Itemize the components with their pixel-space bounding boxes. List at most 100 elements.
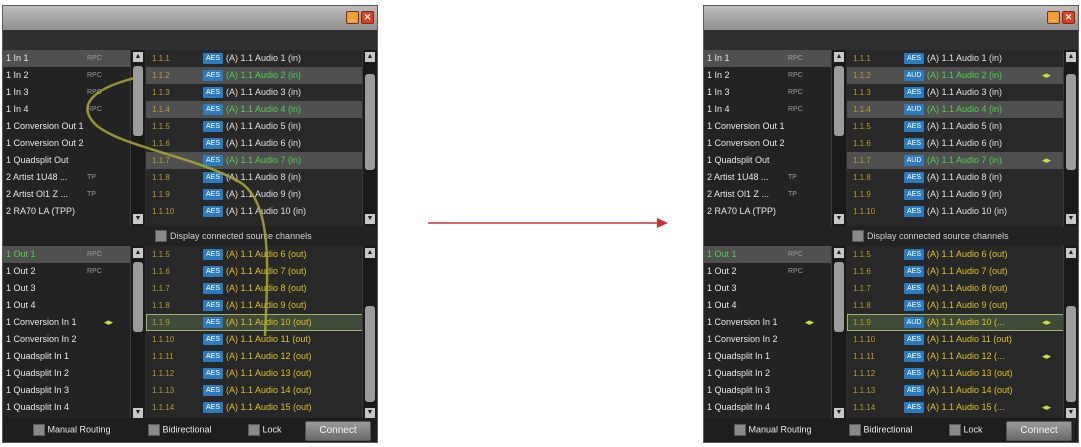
source-list-scrollbar[interactable]: ▲ ▼ [831,50,846,226]
scroll-down-icon[interactable]: ▼ [834,408,844,418]
channel-type-badge: AES [904,121,924,132]
item-name: 1 In 1 [707,53,730,63]
channel-row[interactable]: 1.1.13 AES (A) 1.1 Audio 14 (out) [847,382,1064,399]
manual-routing-checkbox[interactable] [33,424,45,436]
channel-row[interactable]: 1.1.4 AUD (A) 1.1 Audio 4 (in) [847,101,1064,118]
channel-name: (A) 1.1 Audio 10 (... [927,317,1005,327]
list-item[interactable]: 1 In 1 RPC [704,50,831,67]
channel-row[interactable]: 1.1.9 AUD (A) 1.1 Audio 10 (... ◂▸ [847,314,1064,331]
scroll-down-icon[interactable]: ▼ [1066,214,1076,224]
channel-row[interactable]: 1.1.6 AES (A) 1.1 Audio 7 (out) [847,263,1064,280]
list-item[interactable]: 2 Artist 1U48 ... TP [704,169,831,186]
bidirectional-option[interactable]: Bidirectional [148,424,212,436]
channel-name: (A) 1.1 Audio 4 (in) [927,104,1003,114]
source-panel: 1 In 1 RPC 1 In 2 RPC 1 In 3 RPC 1 In 4 RPC 1 Co… [704,50,1078,226]
item-name: 1 Quadsplit In 1 [707,351,771,361]
minimize-icon[interactable]: _ [1047,11,1060,24]
channel-number: 1.1.10 [853,335,876,344]
channel-row[interactable]: 1.1.1 AES (A) 1.1 Audio 1 (in) [847,50,1064,67]
list-item[interactable]: 1 Out 4 [704,297,831,314]
channel-row[interactable]: 1.1.5 AES (A) 1.1 Audio 6 (out) [847,246,1064,263]
channel-row[interactable]: 1.1.10 AES (A) 1.1 Audio 11 (out) [847,331,1064,348]
item-name: 1 In 4 [707,104,730,114]
scroll-down-icon[interactable]: ▼ [834,214,844,224]
channel-row[interactable]: 1.1.9 AES (A) 1.1 Audio 9 (in) [847,186,1064,203]
scroll-up-icon[interactable]: ▲ [834,248,844,258]
source-channel-scrollbar[interactable]: ▲ ▼ [1063,50,1078,226]
channel-row[interactable]: 1.1.8 AES (A) 1.1 Audio 8 (in) [847,169,1064,186]
list-item[interactable]: 1 In 2 RPC [704,67,831,84]
display-connected-bar: Display connected source channels [704,226,1078,246]
channel-row[interactable]: 1.1.5 AES (A) 1.1 Audio 5 (in) [847,118,1064,135]
scroll-up-icon[interactable]: ▲ [1066,248,1076,258]
channel-row[interactable]: 1.1.12 AES (A) 1.1 Audio 13 (out) [847,365,1064,382]
channel-row[interactable]: 1.1.2 AUD (A) 1.1 Audio 2 (in) ◂▸ [847,67,1064,84]
channel-type-badge: AUD [904,104,924,115]
list-item[interactable]: 1 Conversion In 1 ◂▸ [704,314,831,331]
scroll-thumb[interactable] [834,66,844,136]
list-item[interactable]: 1 Conversion In 2 [704,331,831,348]
scroll-down-icon[interactable]: ▼ [1066,408,1076,418]
lock-option[interactable]: Lock [949,424,983,436]
lock-option[interactable]: Lock [248,424,282,436]
connect-button[interactable]: Connect [305,421,371,441]
source-list[interactable]: 1 In 1 RPC 1 In 2 RPC 1 In 3 RPC 1 In 4 RPC 1 Co… [704,50,831,226]
list-item[interactable]: 1 In 4 RPC [704,101,831,118]
channel-type-badge: AES [904,283,924,294]
lock-checkbox[interactable] [248,424,260,436]
manual-routing-option[interactable]: Manual Routing [33,424,111,436]
scroll-thumb[interactable] [834,262,844,332]
channel-row[interactable]: 1.1.8 AES (A) 1.1 Audio 9 (out) [847,297,1064,314]
connect-button[interactable]: Connect [1006,421,1072,441]
channel-number: 1.1.1 [853,54,871,63]
destination-list[interactable]: 1 Out 1 RPC 1 Out 2 RPC 1 Out 3 1 Out 4 1 Conv… [704,246,831,420]
connection-arrows-icon: ◂▸ [1042,402,1052,412]
channel-row[interactable]: 1.1.11 AES (A) 1.1 Audio 12 (... ◂▸ [847,348,1064,365]
channel-row[interactable]: 1.1.10 AES (A) 1.1 Audio 10 (in) [847,203,1064,220]
close-icon[interactable]: ✕ [1062,11,1075,24]
manual-routing-option[interactable]: Manual Routing [734,424,812,436]
channel-row[interactable]: 1.1.7 AES (A) 1.1 Audio 8 (out) [847,280,1064,297]
source-channel-list[interactable]: 1.1.1 AES (A) 1.1 Audio 1 (in) 1.1.2 AUD (A) … [847,50,1064,226]
channel-row[interactable]: 1.1.3 AES (A) 1.1 Audio 3 (in) [847,84,1064,101]
channel-name: (A) 1.1 Audio 9 (in) [927,189,1003,199]
drag-connection-line [86,76,269,337]
destination-channel-list[interactable]: 1.1.5 AES (A) 1.1 Audio 6 (out) 1.1.6 AES (A)… [847,246,1064,420]
channel-row[interactable]: 1.1.7 AUD (A) 1.1 Audio 7 (in) ◂▸ [847,152,1064,169]
list-item[interactable]: 1 Quadsplit In 4 [704,399,831,416]
destination-list-scrollbar[interactable]: ▲ ▼ [831,246,846,420]
list-item[interactable]: 1 Quadsplit In 2 [704,365,831,382]
destination-channel-scrollbar[interactable]: ▲ ▼ [1063,246,1078,420]
channel-type-badge: AES [904,53,924,64]
scroll-thumb[interactable] [1066,306,1076,402]
list-item[interactable]: 1 Quadsplit Out [704,152,831,169]
item-tag: RPC [788,89,803,96]
channel-number: 1.1.13 [853,386,876,395]
channel-type-badge: AES [904,368,924,379]
scroll-up-icon[interactable]: ▲ [834,52,844,62]
list-item[interactable]: 2 Artist Ol1 Z ... TP [704,186,831,203]
manual-routing-checkbox[interactable] [734,424,746,436]
connection-arrows-icon: ◂▸ [1042,70,1052,80]
list-item[interactable]: 1 In 3 RPC [704,84,831,101]
channel-name: (A) 1.1 Audio 1 (in) [927,53,1003,63]
channel-row[interactable]: 1.1.6 AES (A) 1.1 Audio 6 (in) [847,135,1064,152]
list-item[interactable]: 1 Quadsplit In 3 [704,382,831,399]
lock-checkbox[interactable] [949,424,961,436]
bidirectional-checkbox[interactable] [849,424,861,436]
scroll-thumb[interactable] [1066,74,1076,170]
list-item[interactable]: 1 Out 1 RPC [704,246,831,263]
scroll-up-icon[interactable]: ▲ [1066,52,1076,62]
channel-row[interactable]: 1.1.14 AES (A) 1.1 Audio 15 (... ◂▸ [847,399,1064,416]
list-item[interactable]: 2 RA70 LA (TPP) [704,203,831,220]
list-item[interactable]: 1 Out 3 [704,280,831,297]
display-connected-checkbox[interactable] [852,230,864,242]
list-item[interactable]: 1 Quadsplit In 1 [704,348,831,365]
list-item[interactable]: 1 Conversion Out 1 [704,118,831,135]
list-item[interactable]: 1 Conversion Out 2 [704,135,831,152]
channel-name: (A) 1.1 Audio 13 (out) [927,368,1013,378]
bidirectional-checkbox[interactable] [148,424,160,436]
item-name: 1 Out 1 [707,249,737,259]
list-item[interactable]: 1 Out 2 RPC [704,263,831,280]
bidirectional-option[interactable]: Bidirectional [849,424,913,436]
